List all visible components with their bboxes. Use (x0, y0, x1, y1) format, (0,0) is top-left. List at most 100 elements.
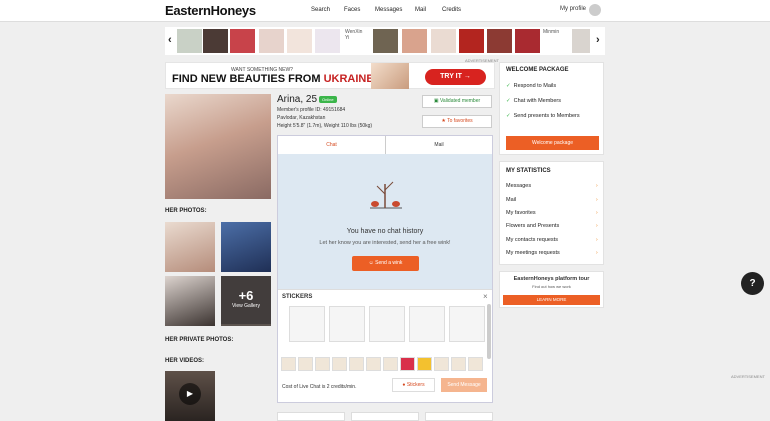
learn-more-button[interactable]: LEARN MORE (503, 295, 600, 305)
platform-tour-subtitle: Find out how we work (532, 284, 571, 289)
send-wink-button[interactable]: ☺ Send a wink (352, 256, 419, 271)
member-thumbnail[interactable] (203, 29, 228, 53)
try-it-button[interactable]: TRY IT → (425, 69, 486, 85)
my-statistics-title: MY STATISTICS (506, 168, 551, 174)
welcome-item: ✓ Send presents to Members (506, 113, 580, 119)
view-gallery-label: View Gallery (232, 303, 260, 309)
profile-main-photo[interactable] (165, 94, 271, 199)
stickers-title: STICKERS (282, 294, 313, 300)
stickers-panel: STICKERS × Cost of Live Chat is 2 credit… (278, 289, 492, 402)
sticker-ice-cream[interactable] (289, 306, 325, 342)
member-thumbnail[interactable] (431, 29, 456, 53)
close-icon[interactable]: × (483, 292, 488, 301)
my-profile-link[interactable]: My profile (560, 6, 586, 12)
member-thumbnail[interactable] (515, 29, 540, 53)
sticker-category[interactable] (434, 357, 449, 371)
welcome-package-button[interactable]: Welcome package (506, 136, 599, 150)
sticker-hearts[interactable] (449, 306, 485, 342)
platform-tour-title: EasternHoneys platform tour (513, 276, 590, 282)
sticker-category[interactable] (417, 357, 432, 371)
stat-contacts-requests[interactable]: My contacts requests (506, 237, 558, 243)
member-thumbnail[interactable] (259, 29, 284, 53)
stat-mail[interactable]: Mail (506, 197, 516, 203)
chevron-right-icon: › (596, 237, 598, 243)
help-button[interactable]: ? (741, 272, 764, 295)
member-thumbnail[interactable] (373, 29, 398, 53)
validated-member-badge: ▣ Validated member (422, 95, 492, 108)
member-thumbnail-broken[interactable]: Minmin (543, 29, 568, 35)
online-badge: Online (319, 96, 337, 103)
check-icon: ✓ (506, 113, 511, 119)
member-thumbnail-broken[interactable]: WenXin Yi (345, 29, 370, 41)
site-logo[interactable]: EasternHoneys (165, 3, 256, 18)
her-photos-heading: HER PHOTOS: (165, 208, 207, 214)
view-gallery-button[interactable]: +6 View Gallery (221, 276, 271, 324)
sticker-category[interactable] (468, 357, 483, 371)
chevron-right-icon: › (596, 183, 598, 189)
gallery-photo[interactable] (165, 276, 215, 326)
gallery-photo[interactable] (165, 222, 215, 272)
to-favorites-button[interactable]: ★ To favorites (422, 115, 492, 128)
member-thumbnail[interactable] (402, 29, 427, 53)
member-thumbnail[interactable] (287, 29, 312, 53)
gallery-photo[interactable] (221, 222, 271, 272)
member-thumbnail[interactable] (572, 29, 590, 53)
sticker-category[interactable] (451, 357, 466, 371)
tab-chat[interactable]: Chat (278, 136, 385, 154)
bottom-action-button[interactable] (425, 412, 493, 421)
member-thumbnail[interactable] (230, 29, 255, 53)
her-private-photos-heading: HER PRIVATE PHOTOS: (165, 337, 234, 343)
member-thumbnail[interactable] (315, 29, 340, 53)
sticker-category[interactable] (281, 357, 296, 371)
ad-photo (371, 63, 409, 89)
nav-mail[interactable]: Mail (415, 7, 426, 13)
member-thumbnail[interactable] (459, 29, 484, 53)
advertisement-banner[interactable]: WANT SOMETHING NEW? FIND NEW BEAUTIES FR… (165, 62, 495, 89)
nav-faces[interactable]: Faces (344, 7, 360, 13)
sticker-category[interactable] (315, 357, 330, 371)
avatar[interactable] (589, 4, 601, 16)
her-videos-heading: HER VIDEOS: (165, 358, 205, 364)
stickers-button[interactable]: ● Stickers (392, 378, 435, 392)
stat-meetings-requests[interactable]: My meetings requests (506, 250, 560, 256)
chat-cost-text: Cost of Live Chat is 2 credits/min. (282, 384, 357, 390)
tab-mail[interactable]: Mail (385, 136, 492, 154)
chevron-left-icon[interactable]: ‹ (168, 34, 172, 46)
member-thumbnail[interactable] (487, 29, 512, 53)
profile-id: Member's profile ID: 49151684 (277, 107, 346, 113)
chevron-right-icon[interactable]: › (596, 34, 600, 46)
play-icon[interactable]: ▶ (179, 383, 201, 405)
sticker-potion[interactable] (329, 306, 365, 342)
chevron-right-icon: › (596, 250, 598, 256)
stat-favorites[interactable]: My favorites (506, 210, 536, 216)
nav-credits[interactable]: Credits (442, 7, 461, 13)
sticker-category[interactable] (332, 357, 347, 371)
stickers-scrollbar[interactable] (487, 304, 491, 359)
check-icon: ✓ (506, 98, 511, 104)
stat-messages[interactable]: Messages (506, 183, 531, 189)
my-statistics-panel: MY STATISTICS Messages › Mail › My favor… (499, 161, 604, 265)
nav-search[interactable]: Search (311, 7, 330, 13)
sticker-category[interactable] (400, 357, 415, 371)
sticker-category[interactable] (383, 357, 398, 371)
video-thumbnail[interactable]: ▶ (165, 371, 215, 421)
sticker-category[interactable] (298, 357, 313, 371)
sticker-category[interactable] (366, 357, 381, 371)
nav-messages[interactable]: Messages (375, 7, 402, 13)
send-message-button[interactable]: Send Message (441, 378, 487, 392)
welcome-package-title: WELCOME PACKAGE (506, 67, 569, 73)
chat-tabs: Chat Mail (278, 136, 492, 154)
sticker-heart-bubble[interactable] (409, 306, 445, 342)
sticker-category[interactable] (349, 357, 364, 371)
stat-flowers-presents[interactable]: Flowers and Presents (506, 223, 559, 229)
ad-headline: FIND NEW BEAUTIES FROM UKRAINE (172, 73, 374, 85)
member-thumbnail[interactable] (177, 29, 202, 53)
bottom-action-button[interactable] (351, 412, 419, 421)
chat-panel: Chat Mail You have no chat history Let h… (277, 135, 493, 403)
sticker-rose[interactable] (369, 306, 405, 342)
no-chat-subtext: Let her know you are interested, send he… (319, 240, 451, 246)
bottom-action-button[interactable] (277, 412, 345, 421)
gallery-more-count: +6 (238, 288, 254, 303)
members-thumbnail-strip: ‹ WenXin Yi Minmin › (165, 27, 605, 55)
advertisement-label: ADVERTISEMENT (465, 58, 499, 63)
